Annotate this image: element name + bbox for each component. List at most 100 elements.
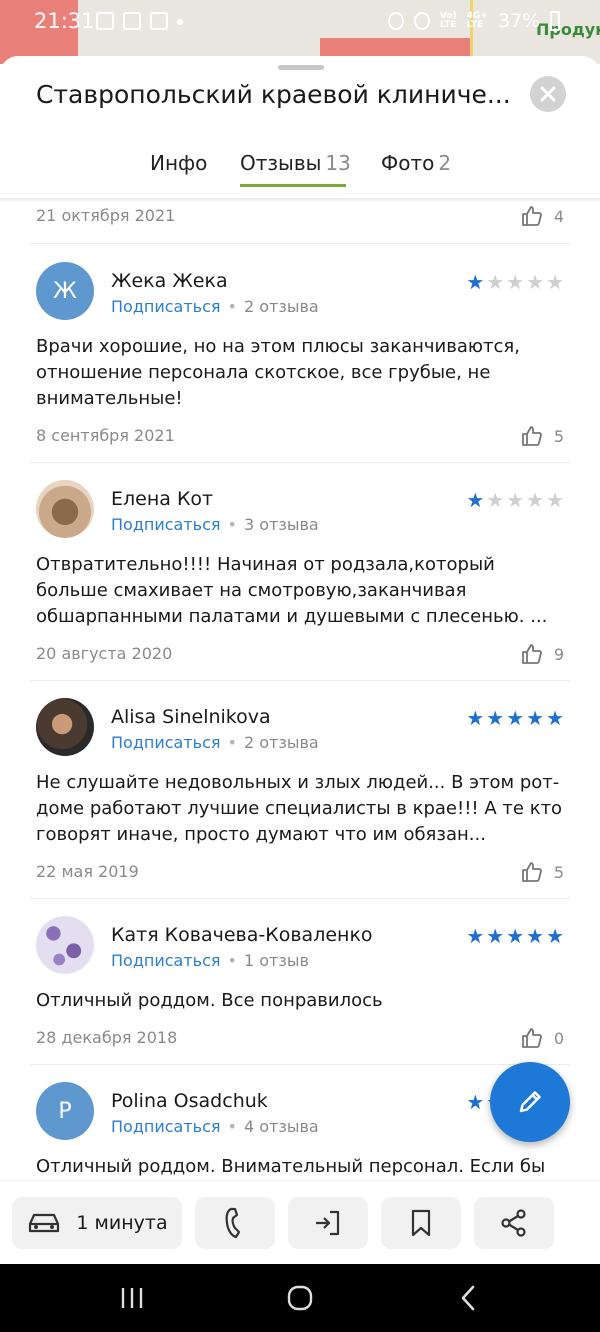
place-title: Ставропольский краевой клиниче... bbox=[36, 80, 511, 109]
close-button[interactable] bbox=[530, 76, 566, 112]
like-button[interactable]: 4 bbox=[520, 204, 564, 228]
tab-count: 13 bbox=[325, 151, 351, 175]
reviews-list[interactable]: 21 октября 2021 4 Ж Жека Жека ★ ★ ★ ★ ★ Подп… bbox=[0, 202, 600, 1182]
subscribe-link[interactable]: Подписаться bbox=[111, 951, 221, 970]
reviewer-name[interactable]: Елена Кот bbox=[111, 488, 213, 510]
tab-photos[interactable]: Фото 2 bbox=[381, 151, 451, 175]
avatar[interactable]: P bbox=[36, 1082, 94, 1140]
review-date: 28 декабря 2018 bbox=[36, 1028, 178, 1047]
location-icon bbox=[414, 12, 430, 30]
system-nav-bar bbox=[0, 1264, 600, 1332]
back-icon bbox=[461, 1285, 475, 1311]
thumbs-up-icon bbox=[521, 1028, 542, 1048]
subscribe-link[interactable]: Подписаться bbox=[111, 733, 221, 752]
avatar[interactable] bbox=[36, 916, 94, 974]
separator-dot: • bbox=[227, 733, 237, 752]
close-icon bbox=[540, 86, 556, 102]
star-icon: ★ bbox=[526, 706, 545, 730]
pencil-icon bbox=[519, 1091, 541, 1113]
sheet-drag-handle[interactable] bbox=[278, 65, 324, 70]
subscribe-link[interactable]: Подписаться bbox=[111, 297, 221, 316]
tab-bar: Инфо Отзывы 13 Фото 2 bbox=[0, 151, 600, 189]
review-count: 2 отзыва bbox=[243, 297, 319, 316]
reviewer-meta: Подписаться • 1 отзыв bbox=[111, 951, 309, 970]
star-icon: ★ bbox=[466, 270, 485, 294]
entrance-button[interactable] bbox=[288, 1197, 368, 1249]
app-notification-icon bbox=[150, 12, 168, 30]
avatar[interactable]: Ж bbox=[36, 262, 94, 320]
thumbs-up-icon bbox=[521, 426, 542, 446]
review-date: 8 сентября 2021 bbox=[36, 426, 175, 445]
avatar[interactable] bbox=[36, 698, 94, 756]
recents-button[interactable] bbox=[112, 1282, 152, 1314]
reviewer-name[interactable]: Polina Osadchuk bbox=[111, 1090, 268, 1112]
subscribe-link[interactable]: Подписаться bbox=[111, 515, 221, 534]
volte-indicator: Vo) LTE bbox=[440, 11, 457, 30]
more-dot-icon bbox=[177, 19, 183, 25]
home-icon bbox=[287, 1285, 313, 1311]
star-icon: ★ bbox=[546, 488, 564, 512]
gallery-icon bbox=[96, 12, 114, 30]
phone-icon bbox=[225, 1207, 241, 1239]
review-count: 4 отзыва bbox=[243, 1117, 319, 1136]
review-text[interactable]: Отличный роддом. Все понравилось bbox=[36, 988, 566, 1014]
back-button[interactable] bbox=[448, 1282, 488, 1314]
divider bbox=[30, 462, 570, 463]
reviewer-meta: Подписаться • 4 отзыва bbox=[111, 1117, 319, 1136]
call-button[interactable] bbox=[195, 1197, 275, 1249]
share-button[interactable] bbox=[474, 1197, 554, 1249]
like-button[interactable]: 9 bbox=[520, 642, 564, 666]
write-review-button[interactable] bbox=[490, 1062, 570, 1142]
share-icon bbox=[501, 1209, 526, 1237]
star-icon: ★ bbox=[506, 270, 525, 294]
star-icon: ★ bbox=[506, 706, 525, 730]
tab-reviews[interactable]: Отзывы 13 bbox=[240, 151, 351, 175]
reviewer-name[interactable]: Жека Жека bbox=[111, 270, 228, 292]
star-icon: ★ bbox=[466, 706, 485, 730]
review-text[interactable]: Врачи хорошие, но на этом плюсы заканчив… bbox=[36, 334, 566, 412]
network-indicator: 4G+ LTE bbox=[466, 11, 488, 30]
bookmark-button[interactable] bbox=[381, 1197, 461, 1249]
tab-count: 2 bbox=[438, 151, 452, 175]
status-notifications bbox=[96, 12, 183, 30]
thumbs-up-icon bbox=[521, 644, 542, 664]
review-count: 1 отзыв bbox=[243, 951, 309, 970]
tab-info[interactable]: Инфо bbox=[150, 151, 207, 175]
avatar[interactable] bbox=[36, 480, 94, 538]
action-bar: 1 минута bbox=[0, 1180, 600, 1264]
thumbs-up-icon bbox=[521, 862, 542, 882]
review-date: 21 октября 2021 bbox=[36, 206, 176, 225]
like-button[interactable]: 5 bbox=[520, 860, 564, 884]
subscribe-link[interactable]: Подписаться bbox=[111, 1117, 221, 1136]
rating-stars: ★★★★★ bbox=[466, 272, 564, 292]
active-tab-indicator bbox=[240, 184, 346, 187]
like-button[interactable]: 0 bbox=[520, 1026, 564, 1050]
alarm-icon bbox=[388, 12, 404, 30]
divider bbox=[30, 1064, 570, 1065]
home-button[interactable] bbox=[280, 1282, 320, 1314]
reviewer-name[interactable]: Катя Ковачева-Коваленко bbox=[111, 924, 373, 946]
separator-dot: • bbox=[227, 1117, 237, 1136]
review-date: 20 августа 2020 bbox=[36, 644, 173, 663]
like-button[interactable]: 5 bbox=[520, 424, 564, 448]
route-button[interactable]: 1 минута bbox=[12, 1197, 182, 1249]
star-icon: ★ bbox=[526, 270, 545, 294]
review-count: 3 отзыва bbox=[243, 515, 319, 534]
reviewer-name[interactable]: Alisa Sinelnikova bbox=[111, 706, 271, 728]
star-icon: ★ bbox=[486, 270, 505, 294]
star-icon: ★ bbox=[486, 706, 505, 730]
star-icon: ★ bbox=[466, 924, 485, 948]
review-text[interactable]: Отвратительно!!!! Начиная от родзала,кот… bbox=[36, 552, 566, 630]
battery-icon bbox=[550, 11, 561, 31]
battery-percent: 37% bbox=[497, 10, 541, 32]
route-time: 1 минута bbox=[76, 1212, 168, 1234]
review-text[interactable]: Отличный роддом. Внимательный персонал. … bbox=[36, 1154, 566, 1180]
star-icon: ★ bbox=[546, 924, 564, 948]
separator-dot: • bbox=[227, 515, 237, 534]
star-icon: ★ bbox=[506, 488, 525, 512]
car-icon bbox=[29, 1213, 60, 1233]
review-text[interactable]: Не слушайте недовольных и злых людей... … bbox=[36, 770, 566, 848]
bookmark-icon bbox=[411, 1209, 431, 1237]
star-icon: ★ bbox=[506, 924, 525, 948]
star-icon: ★ bbox=[546, 270, 564, 294]
